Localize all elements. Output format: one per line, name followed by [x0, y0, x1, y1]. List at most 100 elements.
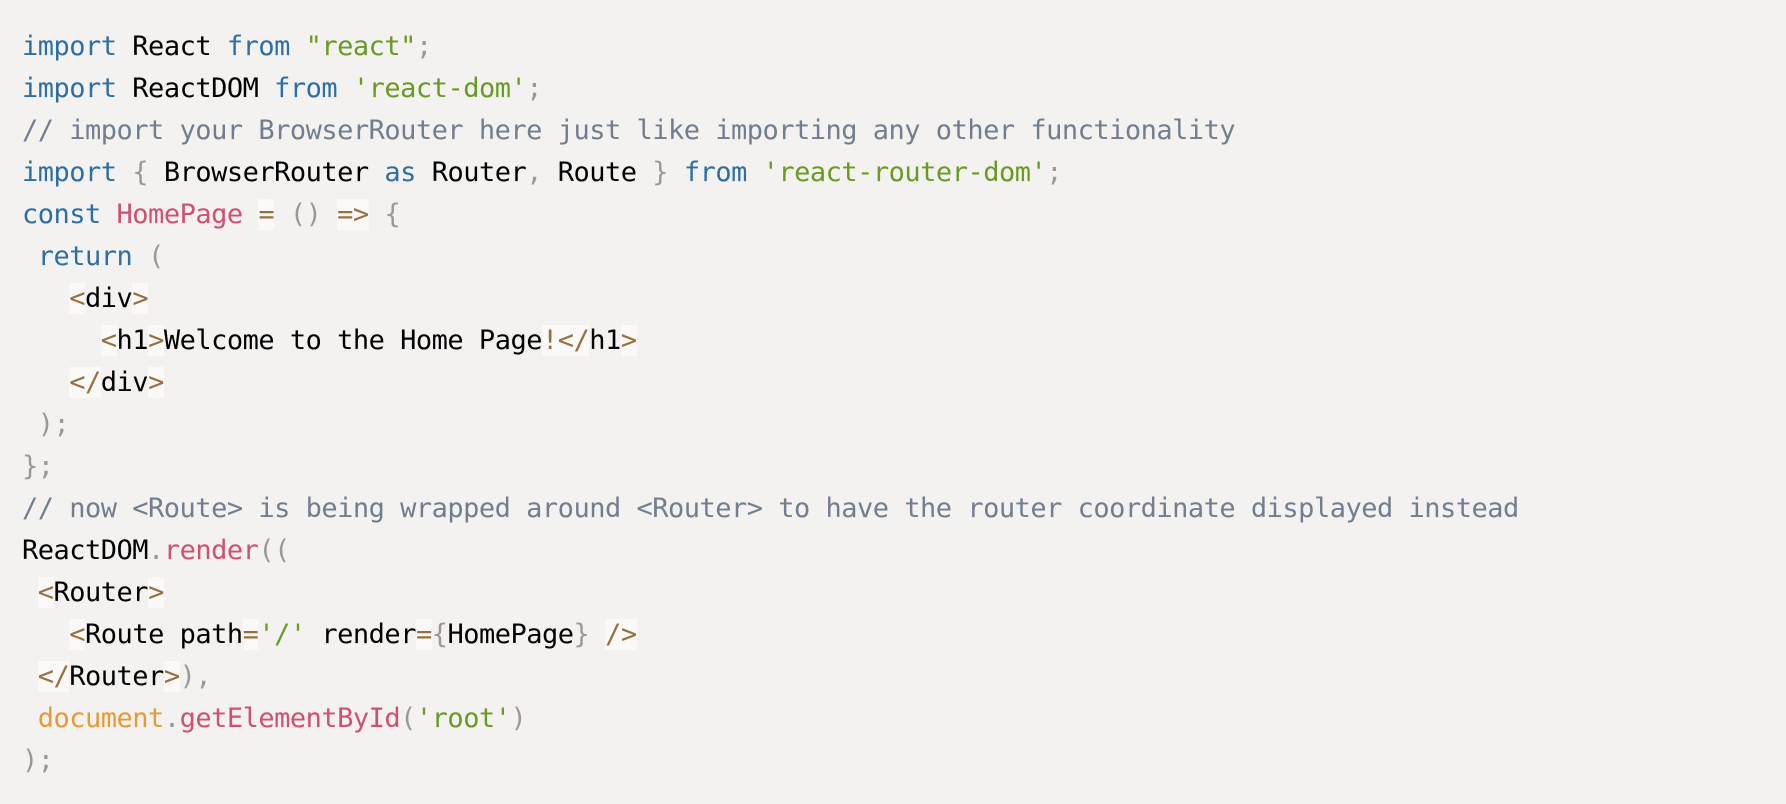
keyword-token: import — [22, 157, 117, 188]
code-line: ); — [22, 740, 1519, 782]
identifier-token: h1 — [589, 325, 621, 356]
function-token: render — [163, 535, 259, 566]
identifier-token — [22, 703, 38, 734]
identifier-token: ReactDOM — [116, 73, 275, 104]
string-token: '/' — [258, 619, 306, 650]
identifier-token — [290, 31, 306, 62]
identifier-token — [22, 241, 38, 272]
code-block: import React from "react"; import ReactDO… — [22, 26, 1519, 782]
punctuation-token: . — [148, 535, 164, 566]
code-line: import React from "react"; — [22, 26, 1519, 68]
identifier-token: ReactDOM — [22, 535, 149, 566]
comment-token: // now <Route> is being wrapped around <… — [22, 493, 1519, 524]
identifier-token — [243, 199, 259, 230]
code-line: import { BrowserRouter as Router, Route … — [22, 152, 1519, 194]
identifier-token — [117, 157, 133, 188]
identifier-token: Welcome to the Home Page — [163, 325, 543, 356]
punctuation-token: ); — [37, 409, 70, 440]
identifier-token: div — [100, 367, 149, 398]
function-token: getElementById — [179, 703, 401, 734]
string-token: 'root' — [415, 703, 511, 734]
operator-token: > — [132, 283, 149, 314]
identifier-token: Router — [53, 577, 149, 608]
code-line: </Router>), — [22, 656, 1519, 698]
keyword-token: from — [274, 73, 338, 104]
identifier-token: Route — [542, 157, 653, 188]
punctuation-token: ( — [400, 703, 416, 734]
code-line: ); — [22, 404, 1519, 446]
code-line: // now <Route> is being wrapped around <… — [22, 488, 1519, 530]
code-line: // import your BrowserRouter here just l… — [22, 110, 1519, 152]
identifier-token — [22, 325, 101, 356]
function-token: HomePage — [116, 199, 244, 230]
operator-token: = — [258, 199, 275, 230]
punctuation-token: () — [289, 199, 322, 230]
punctuation-token: { — [132, 157, 149, 188]
punctuation-token: } — [573, 619, 590, 650]
identifier-token: render — [305, 619, 416, 650]
code-line: import ReactDOM from 'react-dom'; — [22, 68, 1519, 110]
code-line: }; — [22, 446, 1519, 488]
code-line: <div> — [22, 278, 1519, 320]
identifier-token: BrowserRouter — [148, 157, 385, 188]
keyword-token: const — [22, 199, 101, 230]
identifier-token: Router — [69, 661, 164, 692]
punctuation-token: { — [384, 199, 401, 230]
punctuation-token: ); — [22, 745, 54, 776]
identifier-token — [668, 157, 684, 188]
identifier-token — [132, 241, 148, 272]
code-line: <Route path='/' render={HomePage} /> — [22, 614, 1519, 656]
operator-token: </ — [69, 367, 101, 398]
operator-token: > — [620, 325, 637, 356]
operator-token: > — [148, 577, 164, 608]
punctuation-token: ; — [1046, 157, 1062, 188]
comment-token: // import your BrowserRouter here just l… — [22, 115, 1236, 146]
identifier-token — [22, 409, 38, 440]
operator-token: < — [69, 283, 86, 314]
punctuation-token: , — [526, 157, 542, 188]
keyword-token: return — [37, 241, 133, 272]
identifier-token — [22, 619, 69, 650]
identifier-token — [22, 577, 38, 608]
identifier-token: h1 — [116, 325, 149, 356]
string-token: 'react-dom' — [352, 73, 527, 104]
identifier-token: Router — [415, 157, 527, 188]
punctuation-token: ; — [526, 73, 542, 104]
punctuation-token: . — [163, 703, 180, 734]
identifier-token: React — [116, 31, 227, 62]
code-line: <Router> — [22, 572, 1519, 614]
punctuation-token: }; — [22, 451, 54, 482]
keyword-token: from — [226, 31, 291, 62]
code-line: document.getElementById('root') — [22, 698, 1519, 740]
identifier-token — [274, 199, 290, 230]
identifier-token — [747, 157, 763, 188]
code-line: </div> — [22, 362, 1519, 404]
punctuation-token: (( — [258, 535, 290, 566]
punctuation-token: } — [652, 157, 669, 188]
identifier-token — [337, 73, 353, 104]
identifier-token — [369, 199, 385, 230]
code-line: const HomePage = () => { — [22, 194, 1519, 236]
operator-token: </ — [37, 661, 70, 692]
identifier-token — [22, 283, 69, 314]
object-token: document — [37, 703, 165, 734]
keyword-token: as — [384, 157, 416, 188]
identifier-token: HomePage — [447, 619, 574, 650]
operator-token: > — [163, 661, 180, 692]
operator-token: !</ — [541, 325, 590, 356]
operator-token: /> — [605, 619, 637, 650]
operator-token: < — [37, 577, 54, 608]
operator-token: > — [148, 325, 164, 356]
code-line: <h1>Welcome to the Home Page!</h1> — [22, 320, 1519, 362]
identifier-token: div — [85, 283, 133, 314]
operator-token: => — [337, 199, 369, 230]
operator-token: < — [69, 619, 86, 650]
punctuation-token: ), — [179, 661, 212, 692]
punctuation-token: ) — [510, 703, 527, 734]
keyword-token: import — [22, 31, 117, 62]
string-token: 'react-router-dom' — [762, 157, 1047, 188]
identifier-token — [22, 367, 69, 398]
punctuation-token: { — [431, 619, 448, 650]
operator-token: < — [100, 325, 117, 356]
identifier-token — [22, 661, 38, 692]
